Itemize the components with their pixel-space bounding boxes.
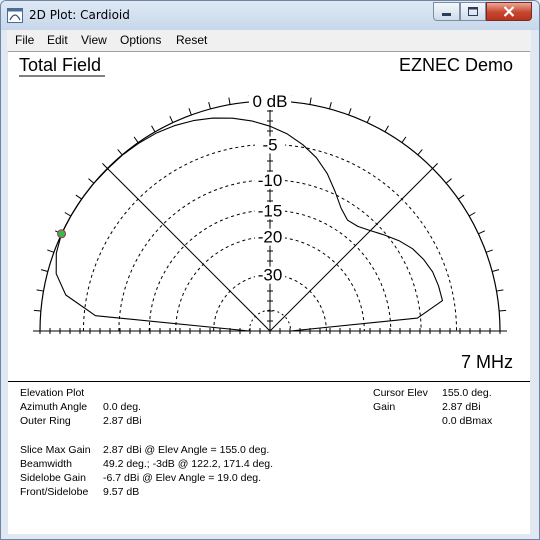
info-label: Front/Sidelobe [20, 486, 89, 499]
angle-tick [309, 97, 312, 105]
cursor-info-value: 0.0 dBmax [442, 415, 493, 428]
cursor-info-label: Cursor Elev [373, 387, 428, 399]
plot-area[interactable]: Total Field EZNEC Demo 7 MHz 0 dB -5 -10 -15 -2… [8, 51, 530, 381]
frequency-label: 7 MHz [461, 352, 513, 372]
angle-tick [417, 149, 423, 156]
info-label: Sidelobe Gain [20, 472, 86, 485]
app-icon [7, 8, 23, 23]
angle-tick [117, 149, 123, 156]
angle-tick [366, 115, 371, 123]
diagonal-axis [269, 168, 433, 332]
title-bar[interactable]: 2D Plot: Cardioid [1, 1, 539, 30]
angle-tick [468, 212, 476, 217]
info-value: 2.87 dBi [103, 415, 142, 428]
menu-options[interactable]: Options [120, 33, 161, 47]
angle-tick [88, 178, 95, 184]
info-label: Outer Ring [20, 415, 71, 428]
diagonal-axis [107, 168, 271, 332]
angle-tick [33, 309, 41, 312]
menu-edit[interactable]: Edit [47, 33, 68, 47]
angle-tick [492, 269, 500, 272]
maximize-icon [468, 7, 478, 16]
angle-tick [485, 249, 493, 253]
minimize-icon [442, 13, 451, 16]
pattern-trace [55, 117, 444, 332]
plot-title-right: EZNEC Demo [399, 55, 513, 75]
angle-tick [151, 125, 156, 133]
angle-tick [384, 125, 389, 133]
ring-label: -10 [258, 171, 283, 190]
menu-bar: File Edit View Options Reset [7, 30, 531, 52]
ring-label: -20 [258, 228, 283, 247]
angle-tick [499, 309, 507, 312]
info-label: Slice Max Gain [20, 443, 91, 456]
cursor-marker [57, 229, 67, 239]
info-value: -6.7 dBi @ Elev Angle = 19.0 deg. [103, 472, 262, 485]
cursor-info-label: Gain [373, 401, 396, 414]
menu-view[interactable]: View [81, 33, 107, 47]
info-panel: Elevation Plot Azimuth Angle 0.0 deg. Outer… [8, 381, 530, 534]
info-label: Azimuth Angle [20, 401, 88, 414]
angle-tick [75, 194, 82, 200]
angle-tick [458, 194, 465, 200]
angle-tick [47, 249, 55, 253]
menu-reset[interactable]: Reset [176, 33, 207, 47]
angle-tick [36, 289, 44, 292]
cursor-info-value: 2.87 dBi [442, 401, 481, 414]
angle-tick [169, 115, 174, 123]
ring-label: -5 [262, 135, 277, 154]
angle-tick [329, 101, 332, 109]
polar-plot[interactable]: Total Field EZNEC Demo 7 MHz 0 dB -5 -10 -15 -2… [8, 52, 530, 381]
info-value: 0.0 deg. [103, 401, 141, 414]
maximize-button[interactable] [460, 2, 486, 21]
info-value: 9.57 dB [103, 486, 140, 499]
angle-tick [401, 136, 407, 143]
info-label: Elevation Plot [20, 387, 85, 399]
window-title: 2D Plot: Cardioid [29, 8, 130, 22]
ring-label: -15 [258, 201, 283, 220]
angle-tick [496, 289, 504, 292]
cursor-info-value: 155.0 deg. [442, 387, 492, 399]
minimize-button[interactable] [433, 2, 460, 21]
angle-tick [348, 108, 352, 116]
menu-file[interactable]: File [15, 33, 34, 47]
angle-tick [188, 108, 192, 116]
angle-tick [64, 212, 72, 217]
angle-tick [445, 178, 452, 184]
info-value: 2.87 dBi @ Elev Angle = 155.0 deg. [103, 443, 270, 456]
angle-tick [102, 163, 108, 169]
plot-window: 2D Plot: Cardioid File Edit View Options… [0, 0, 540, 540]
ring-label: -30 [258, 266, 283, 285]
angle-tick [208, 101, 211, 109]
angle-tick [133, 136, 139, 143]
close-button[interactable] [486, 2, 532, 21]
angle-tick [478, 230, 486, 235]
info-label: Beamwidth [20, 458, 72, 470]
close-icon [503, 6, 515, 17]
info-value: 49.2 deg.; -3dB @ 122.2, 171.4 deg. [103, 458, 274, 470]
angle-tick [40, 269, 48, 272]
angle-tick [228, 97, 231, 105]
plot-title-left: Total Field [19, 55, 101, 75]
angle-tick [432, 163, 438, 169]
ring-label: 0 dB [253, 92, 288, 111]
